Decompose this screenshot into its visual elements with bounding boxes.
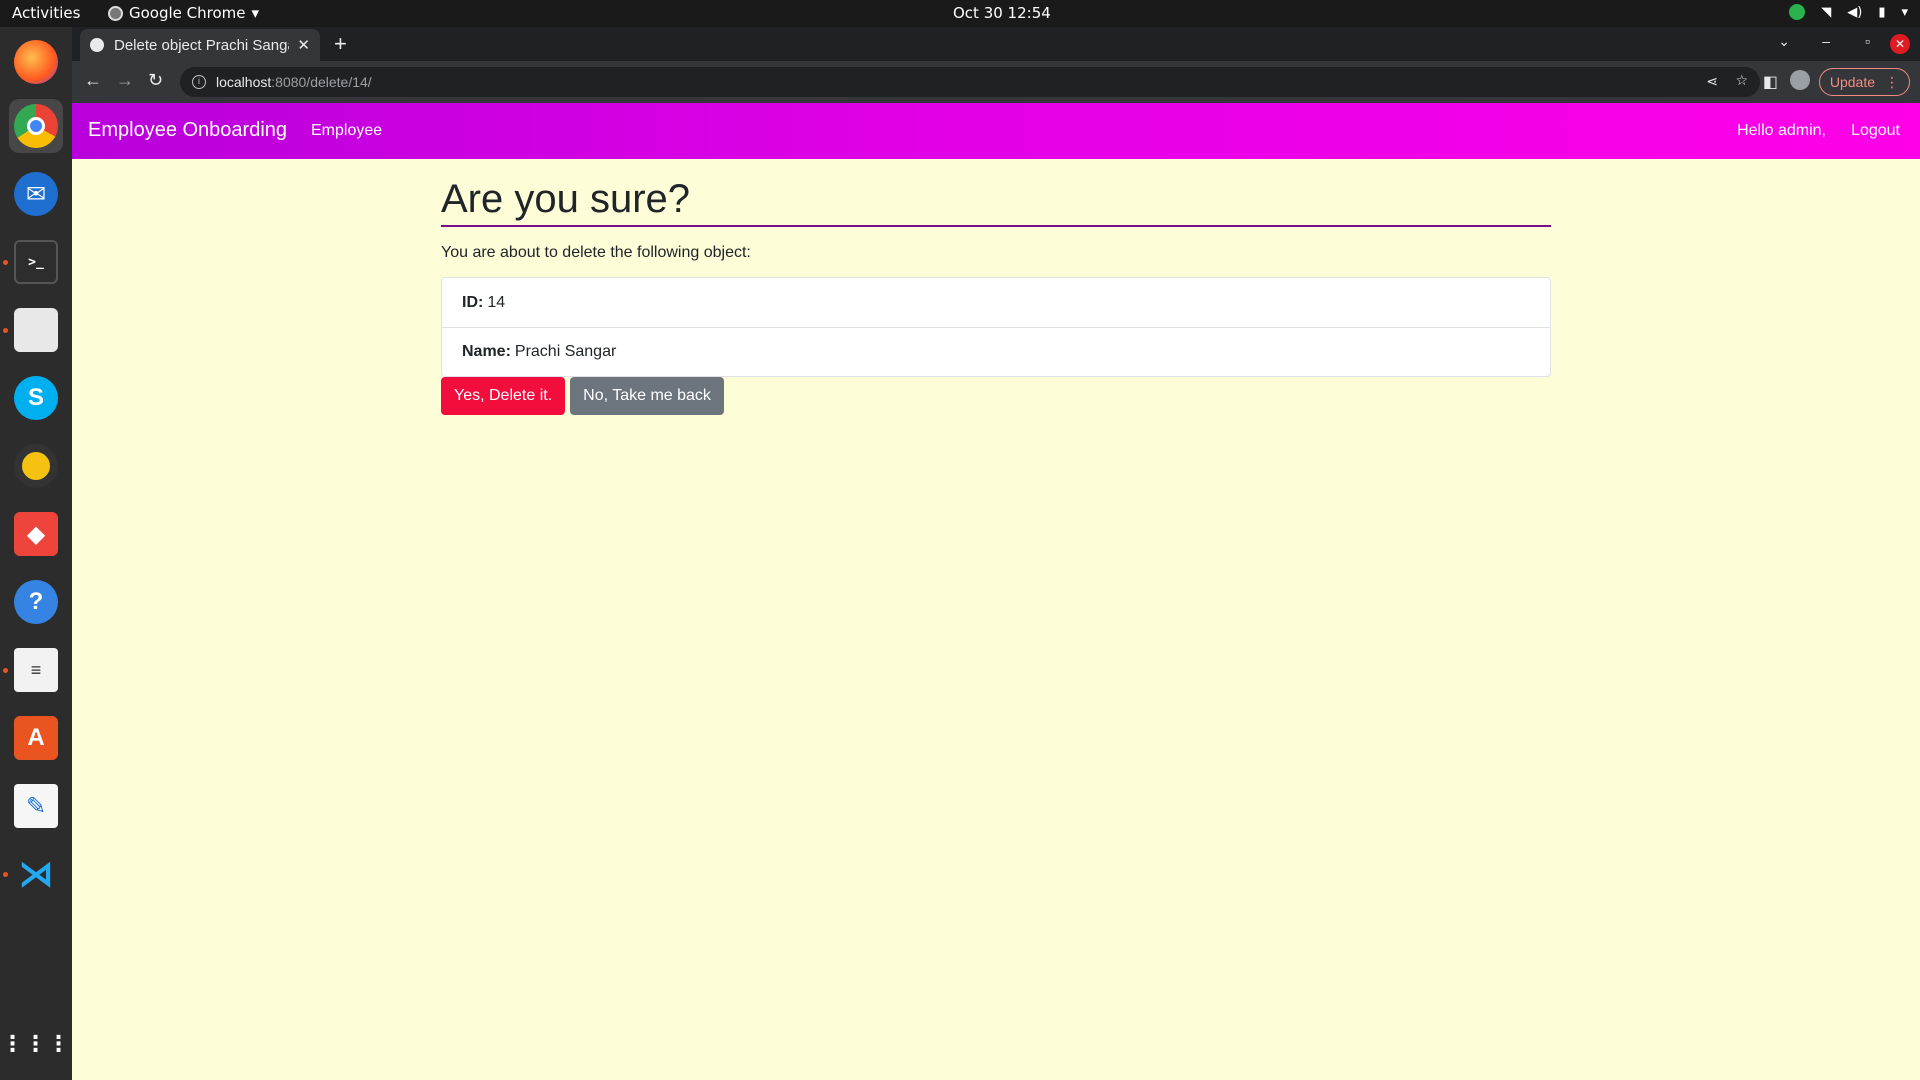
site-navbar: Employee Onboarding Employee Hello admin… — [72, 103, 1920, 159]
dock-text-editor[interactable]: ✎ — [9, 779, 63, 833]
chevron-down-icon: ▾ — [1901, 4, 1908, 20]
update-button[interactable]: Update ⋮ — [1818, 68, 1910, 96]
detail-label: ID: — [462, 293, 484, 311]
show-apps-icon: ⋮⋮⋮ — [1, 1031, 71, 1056]
navbar-brand[interactable]: Employee Onboarding — [88, 119, 287, 142]
page-title: Are you sure? — [441, 175, 1551, 227]
kebab-menu-icon: ⋮ — [1885, 73, 1899, 90]
help-icon: ? — [14, 580, 58, 624]
reload-icon[interactable]: ↻ — [148, 70, 163, 91]
tab-search-icon[interactable]: ⌄ — [1778, 33, 1790, 50]
action-buttons: Yes, Delete it. No, Take me back — [441, 377, 1551, 415]
detail-value: Prachi Sangar — [514, 343, 617, 360]
intro-text: You are about to delete the following ob… — [441, 244, 751, 261]
object-details: ID: 14 Name: Prachi Sangar — [441, 277, 1551, 377]
logout-link[interactable]: Logout — [1851, 122, 1900, 140]
close-tab-icon[interactable]: ✕ — [297, 36, 310, 54]
terminal-icon: >_ — [14, 240, 58, 284]
address-bar[interactable]: i localhost:8080/delete/14/ ⋖ ☆ — [180, 67, 1760, 97]
back-icon[interactable]: ← — [84, 70, 102, 91]
rhythmbox-icon — [14, 444, 58, 488]
globe-icon — [90, 38, 104, 52]
confirm-delete-button[interactable]: Yes, Delete it. — [441, 377, 566, 415]
detail-label: Name: — [462, 343, 511, 360]
anydesk-icon: ◆ — [14, 512, 58, 556]
caret-down-icon: ▾ — [251, 4, 260, 22]
site-info-icon[interactable]: i — [192, 75, 206, 89]
minimize-icon[interactable]: – — [1822, 33, 1830, 49]
thunderbird-icon: ✉ — [14, 172, 58, 216]
browser-window: Delete object Prachi Sangar ✕ + ⌄ – ▫ ✕ … — [72, 27, 1920, 1080]
url-path: :8080/delete/14/ — [271, 74, 372, 90]
restore-icon[interactable]: ▫ — [1865, 33, 1870, 49]
update-notifier-icon[interactable] — [1789, 4, 1806, 20]
dock-terminal[interactable]: >_ — [9, 235, 63, 289]
forward-icon[interactable]: → — [116, 70, 134, 91]
skype-icon: S — [14, 376, 58, 420]
side-panel-icon[interactable]: ◧ — [1763, 72, 1778, 92]
tab-active[interactable]: Delete object Prachi Sangar ✕ — [80, 29, 320, 61]
detail-name: Name: Prachi Sangar — [442, 327, 1550, 376]
nav-link-employee[interactable]: Employee — [311, 122, 382, 140]
activities-button[interactable]: Activities — [12, 4, 80, 22]
web-page: Employee Onboarding Employee Hello admin… — [72, 103, 1920, 1080]
dock-skype[interactable]: S — [9, 371, 63, 425]
dock-thunderbird[interactable]: ✉ — [9, 167, 63, 221]
browser-toolbar: ← → ↻ i localhost:8080/delete/14/ ⋖ ☆ ◧ … — [72, 61, 1920, 103]
app-menu[interactable]: Google Chrome ▾ — [108, 4, 259, 22]
wifi-icon: ◥ — [1821, 4, 1832, 20]
dock-document-viewer[interactable]: ≡ — [9, 643, 63, 697]
system-top-bar: Activities Google Chrome ▾ Oct 30 12:54 … — [0, 0, 1920, 27]
dock-anydesk[interactable]: ◆ — [9, 507, 63, 561]
firefox-icon — [14, 40, 58, 84]
detail-value: 14 — [487, 293, 506, 311]
profile-avatar-icon[interactable] — [1790, 70, 1810, 90]
app-menu-label: Google Chrome — [129, 4, 246, 22]
dock-rhythmbox[interactable] — [9, 439, 63, 493]
close-window-icon[interactable]: ✕ — [1890, 34, 1910, 54]
battery-icon: ▮ — [1878, 4, 1886, 20]
dock-vscode[interactable]: ⋊ — [9, 847, 63, 901]
system-tray[interactable]: ◥ ◀) ▮ ▾ — [1789, 4, 1908, 20]
software-center-icon: A — [14, 716, 58, 760]
chrome-icon — [14, 104, 58, 148]
dock-firefox[interactable] — [9, 35, 63, 89]
show-apps-button[interactable]: ⋮⋮⋮ — [1, 1017, 71, 1071]
share-icon[interactable]: ⋖ — [1706, 73, 1718, 90]
dock-files[interactable] — [9, 303, 63, 357]
update-label: Update — [1829, 74, 1875, 90]
bookmark-star-icon[interactable]: ☆ — [1735, 72, 1748, 89]
chrome-icon — [108, 5, 123, 21]
vscode-icon: ⋊ — [18, 853, 54, 894]
files-icon — [14, 308, 58, 352]
delete-confirmation: Are you sure? You are about to delete th… — [441, 159, 1551, 415]
cancel-button[interactable]: No, Take me back — [570, 377, 724, 415]
text-editor-icon: ✎ — [14, 784, 58, 828]
detail-id: ID: 14 — [442, 278, 1550, 327]
volume-icon: ◀) — [1847, 4, 1863, 20]
document-viewer-icon: ≡ — [14, 648, 58, 692]
user-greeting: Hello admin, — [1737, 122, 1826, 139]
tab-title: Delete object Prachi Sangar — [114, 36, 290, 54]
dock: ✉ >_ S ◆ ? ≡ A ✎ ⋊ ⋮⋮⋮ — [0, 27, 72, 1080]
url-host: localhost — [216, 74, 272, 90]
new-tab-button[interactable]: + — [334, 31, 347, 57]
dock-software-center[interactable]: A — [9, 711, 63, 765]
clock[interactable]: Oct 30 12:54 — [953, 4, 1051, 22]
dock-chrome[interactable] — [9, 99, 63, 153]
dock-help[interactable]: ? — [9, 575, 63, 629]
tab-strip: Delete object Prachi Sangar ✕ + ⌄ – ▫ ✕ — [72, 27, 1920, 61]
